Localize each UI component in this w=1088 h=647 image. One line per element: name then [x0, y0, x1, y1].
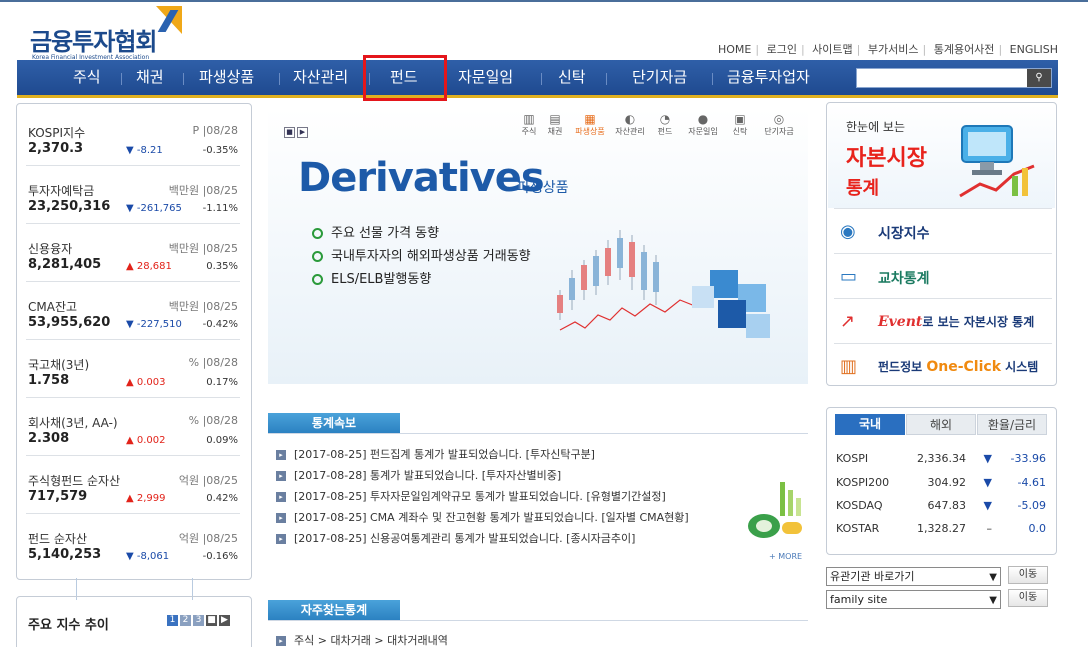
banner-tab-derivatives[interactable]: ▦ 파생상품 — [573, 112, 607, 137]
tab-domestic[interactable]: 국내 — [835, 414, 905, 435]
trend-play-icon[interactable]: ▶ — [219, 615, 230, 626]
index-corp-bond[interactable]: 회사채(3년, AA-) % |08/28 2.308 ▲ 0.002 0.09… — [26, 398, 240, 456]
news-item[interactable]: [2017-08-25] CMA 계좌수 및 잔고현황 통계가 발표되었습니다.… — [276, 509, 689, 525]
promo-pre: 한눈에 보는 — [846, 120, 906, 134]
related-orgs-select[interactable]: 유관기관 바로가기 ▼ — [826, 567, 1001, 586]
banner-tab-advisory[interactable]: ● 자문일임 — [686, 112, 720, 137]
gnb-asset-mgmt[interactable]: 자산관리 — [293, 60, 348, 95]
bar-icon: ▥ — [840, 356, 858, 377]
gnb-trust[interactable]: 신탁 — [558, 60, 586, 95]
promo-title-2: 통계 — [846, 178, 880, 199]
family-site-go-button[interactable]: 이동 — [1008, 589, 1048, 607]
gnb-advisory[interactable]: 자문일임 — [458, 60, 513, 95]
tab-overseas[interactable]: 해외 — [906, 414, 976, 435]
banner-subtitle: 파생상품 — [517, 180, 569, 196]
market-row-kosdaq[interactable]: KOSDAQ 647.83 ▼ -5.09 — [836, 499, 1048, 522]
monitor-icon: ▭ — [840, 266, 858, 287]
frequent-stats-item[interactable]: 주식 > 대차거래 > 대차거래내역 — [276, 632, 448, 647]
banner-chart-graphic — [557, 230, 770, 338]
trend-page-1[interactable]: 1 — [167, 615, 178, 626]
index-investor-deposit[interactable]: 투자자예탁금 백만원 |08/25 23,250,316 ▼ -261,765 … — [26, 166, 240, 224]
market-row-kospi200[interactable]: KOSPI200 304.92 ▼ -4.61 — [836, 476, 1048, 499]
banner-title: Derivatives — [298, 155, 545, 201]
chevron-down-icon: ▼ — [989, 595, 997, 606]
news-item[interactable]: [2017-08-25] 펀드집계 통계가 발표되었습니다. [투자신탁구분] — [276, 446, 595, 462]
promo-cross-stats[interactable]: ▭ 교차통계 — [834, 253, 1052, 298]
promo-event-stats[interactable]: ↗ Event로 보는 자본시장 통계 — [834, 298, 1052, 343]
stats-news-heading: 통계속보 — [268, 413, 400, 434]
gnb-short-term[interactable]: 단기자금 — [632, 60, 687, 95]
family-site-select[interactable]: family site ▼ — [826, 590, 1001, 609]
news-deco-icon — [748, 482, 802, 538]
search-input[interactable] — [856, 68, 1052, 88]
banner-item-els[interactable]: ELS/ELB발행동향 — [312, 268, 431, 287]
top-border — [0, 0, 1088, 2]
utility-links: HOME | 로그인 | 사이트맵 | 부가서비스 | 통계용어사전 | ENGLISH — [717, 43, 1058, 56]
banner-tab-asset-mgmt[interactable]: ◐ 자산관리 — [613, 112, 647, 137]
banner-tab-bond[interactable]: ▤ 채권 — [538, 112, 572, 137]
news-item[interactable]: [2017-08-25] 투자자문일임계약규모 통계가 발표되었습니다. [유형… — [276, 488, 666, 504]
banner-pause-icon[interactable]: ■ — [284, 127, 295, 138]
index-treasury-3y[interactable]: 국고채(3년) % |08/28 1.758 ▲ 0.003 0.17% — [26, 340, 240, 398]
gnb-derivatives[interactable]: 파생상품 — [199, 60, 254, 95]
index-trend-title: 주요 지수 추이 — [28, 618, 109, 633]
banner-tab-fund[interactable]: ◔ 펀드 — [648, 112, 682, 137]
gnb-fin-investment-firms[interactable]: 금융투자업자 — [727, 60, 810, 95]
market-row-kostar[interactable]: KOSTAR 1,328.27–0.0 — [836, 522, 1048, 545]
index-kospi[interactable]: KOSPI지수 P |08/28 2,370.3 ▼ -8.21 -0.35% — [26, 108, 240, 166]
frequent-stats-heading: 자주찾는통계 — [268, 600, 400, 621]
promo-market-index[interactable]: ◉ 시장지수 — [834, 208, 1052, 253]
related-orgs-go-button[interactable]: 이동 — [1008, 566, 1048, 584]
trend-page-3[interactable]: 3 — [193, 615, 204, 626]
news-item[interactable]: [2017-08-25] 신용공여통계관리 통계가 발표되었습니다. [종시자금… — [276, 530, 635, 546]
promo-fund-one-click[interactable]: ▥ 펀드정보 One-Click 시스템 — [834, 343, 1052, 388]
chevron-down-icon: ▼ — [989, 572, 997, 583]
banner-controls: ■ ▶ — [284, 123, 310, 138]
index-equity-fund[interactable]: 주식형펀드 순자산 억원 |08/25 717,579 ▲ 2,999 0.42… — [26, 456, 240, 514]
news-item[interactable]: [2017-08-28] 통계가 발표되었습니다. [투자자산별비중] — [276, 467, 561, 483]
util-glossary[interactable]: 통계용어사전 — [934, 43, 995, 56]
kofia-logo[interactable]: 금융투자협회 Korea Financial Investment Associ… — [30, 6, 182, 61]
globe-icon: ◉ — [840, 221, 856, 242]
fund-highlight-box — [363, 55, 447, 101]
market-row-kospi[interactable]: KOSPI 2,336.34 ▼ -33.96 — [836, 452, 1048, 475]
gnb-stock[interactable]: 주식 — [73, 60, 101, 95]
monitor-icon — [959, 125, 1035, 198]
util-home[interactable]: HOME — [718, 43, 751, 56]
gnb-bond[interactable]: 채권 — [136, 60, 164, 95]
tab-fx-rates[interactable]: 환율/금리 — [977, 414, 1047, 435]
index-credit-loan[interactable]: 신용융자 백만원 |08/25 8,281,405 ▲ 28,681 0.35% — [26, 224, 240, 282]
trend-pause-icon[interactable]: ■ — [206, 615, 217, 626]
banner-tab-trust[interactable]: ▣ 신탁 — [723, 112, 757, 137]
banner-item-futures[interactable]: 주요 선물 가격 동향 — [312, 222, 439, 241]
trend-page-2[interactable]: 2 — [180, 615, 191, 626]
search-icon[interactable]: ⚲ — [1027, 69, 1051, 87]
index-fund-net-assets[interactable]: 펀드 순자산 억원 |08/25 5,140,253 ▼ -8,061 -0.1… — [26, 514, 240, 572]
util-login[interactable]: 로그인 — [767, 43, 797, 56]
util-english[interactable]: ENGLISH — [1010, 43, 1058, 56]
index-cma[interactable]: CMA잔고 백만원 |08/25 53,955,620 ▼ -227,510 -… — [26, 282, 240, 340]
banner-play-icon[interactable]: ▶ — [297, 127, 308, 138]
news-more-link[interactable]: + MORE — [769, 552, 802, 561]
util-sitemap[interactable]: 사이트맵 — [812, 43, 852, 56]
chart-icon: ↗ — [840, 311, 856, 332]
banner-tab-short-term[interactable]: ◎ 단기자금 — [762, 112, 796, 137]
banner-item-overseas-derivatives[interactable]: 국내투자자의 해외파생상품 거래동향 — [312, 245, 531, 264]
logo-korean: 금융투자협회 — [30, 28, 157, 56]
util-addon[interactable]: 부가서비스 — [868, 43, 919, 56]
promo-title: 자본시장 — [846, 146, 927, 171]
